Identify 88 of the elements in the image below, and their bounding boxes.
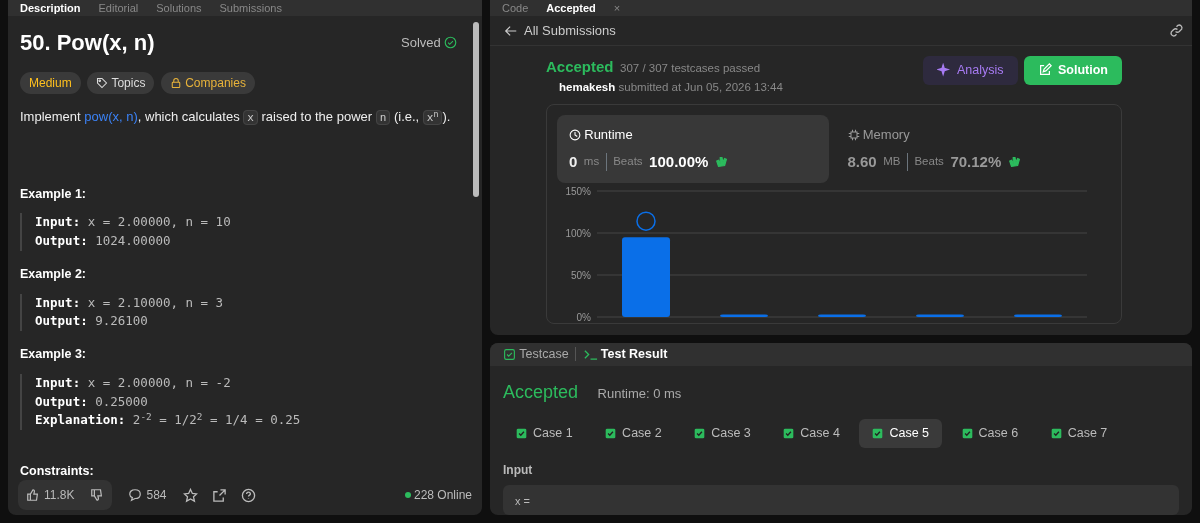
tag-chip[interactable]: Topics [87, 72, 155, 94]
tab[interactable]: Accepted [546, 0, 596, 17]
problem-statement: Implement pow(x, n), which calculates x raised to the power n (i.e., x$^{n}$ ). [20, 107, 452, 127]
runtime-text: Runtime: 0 ms [597, 384, 682, 403]
clapping-hands-icon [1007, 155, 1022, 169]
clapping-hands-icon [714, 155, 729, 169]
example-heading: Example 1: [20, 185, 87, 203]
close-icon[interactable]: × [613, 0, 621, 17]
stat-card[interactable]: Memory 8.60 MB Beats 70.12% [835, 114, 1108, 184]
tab[interactable]: Code [502, 0, 529, 17]
checkbox-icon [503, 347, 516, 361]
case-tab[interactable]: Case 7 [1037, 418, 1121, 448]
y-axis-label: 0% [576, 312, 591, 324]
chip-icon [847, 128, 860, 141]
help-icon[interactable] [240, 487, 256, 503]
case-tab[interactable]: Case 2 [592, 418, 675, 448]
example-line: Input: x = 2.00000, n = -2 [35, 373, 232, 392]
online-status-dot [404, 492, 411, 498]
stat-value: 8.60 [847, 151, 877, 172]
y-axis-label: 150% [565, 186, 591, 198]
constraints-heading: Constraints: [20, 463, 95, 475]
submission-time: submitted at Jun 05, 2026 13:44 [618, 79, 783, 95]
example-line: Output: 1024.00000 [35, 232, 172, 250]
case-tab[interactable]: Case 1 [503, 418, 586, 448]
link-icon[interactable] [1169, 23, 1184, 38]
tag-chip[interactable]: Medium [20, 72, 81, 94]
username[interactable]: hemakesh [559, 78, 616, 96]
lock-icon [169, 77, 182, 89]
result-status: Accepted [503, 380, 579, 404]
star-icon[interactable] [182, 487, 198, 503]
input-label: Input [503, 461, 534, 479]
example-line: Input: x = 2.00000, n = 10 [35, 213, 232, 232]
stat-title: Runtime [584, 125, 633, 144]
beats-label: Beats [605, 153, 643, 171]
stat-value: 0 [569, 151, 578, 172]
arrow-left-icon [504, 23, 518, 38]
bar[interactable] [1014, 314, 1062, 318]
comments-button[interactable]: 584 [126, 484, 169, 506]
sparkle-icon [936, 63, 951, 78]
bar[interactable] [720, 314, 768, 318]
example-line: Output: 0.25000 [35, 392, 149, 411]
stat-card[interactable]: Runtime 0 ms Beats 100.00% [557, 114, 829, 184]
tab[interactable]: Testcase [503, 345, 569, 364]
example-heading: Example 2: [20, 265, 87, 283]
tab[interactable]: Editorial [98, 0, 139, 17]
clock-icon [569, 128, 581, 141]
link[interactable]: pow(x, n) [84, 109, 138, 124]
edit-icon [1038, 63, 1052, 78]
case-tab[interactable]: Case 6 [948, 418, 1032, 448]
tag-icon [96, 77, 109, 89]
example-line: Explanation: 2$^{-2}$ = 1/2$^{2}$ = 1/4 = 0.25 [35, 411, 302, 430]
tab[interactable]: Submissions [219, 0, 282, 17]
tab[interactable]: Test Result [582, 345, 668, 364]
bar[interactable] [916, 314, 964, 318]
stat-title: Memory [862, 125, 910, 144]
stat-unit: MB [883, 154, 901, 170]
input-value: x = [503, 485, 1179, 515]
example-line: Output: 9.26100 [35, 312, 149, 331]
example-heading: Example 3: [20, 346, 87, 363]
problem-title: 50. Pow(x, n) [20, 29, 155, 57]
share-icon[interactable] [211, 487, 227, 503]
testcases-passed: 307 / 307 testcases passed [620, 61, 761, 76]
case-tab[interactable]: Case 5 [859, 418, 943, 448]
tag-chip[interactable]: Companies [160, 72, 255, 94]
beats-percent: 100.00% [649, 151, 709, 172]
speech-bubble-icon [128, 488, 143, 502]
example-line: Input: x = 2.10000, n = 3 [35, 293, 225, 312]
check-circle-icon [444, 36, 457, 49]
scrollbar[interactable] [473, 22, 479, 197]
back-link[interactable]: All Submissions [498, 19, 622, 42]
analysis-button[interactable]: Analysis [922, 56, 1018, 85]
tab[interactable]: Solutions [156, 0, 202, 17]
case-tab[interactable]: Case 3 [681, 418, 764, 448]
thumbs-up-icon [26, 488, 40, 502]
thumbs-down-icon [90, 488, 105, 502]
marker-icon [636, 211, 656, 232]
case-tab[interactable]: Case 4 [770, 418, 853, 448]
beats-label: Beats [906, 153, 944, 171]
bar[interactable] [818, 314, 866, 318]
stat-unit: ms [583, 154, 600, 170]
bar[interactable] [622, 237, 670, 318]
beats-percent: 70.12% [950, 151, 1002, 172]
y-axis-label: 50% [571, 270, 591, 282]
result-status: Accepted [546, 57, 614, 77]
y-axis-label: 100% [565, 228, 591, 240]
solved-label: Solved [401, 33, 441, 52]
tab[interactable]: Description [20, 0, 81, 17]
online-count: 228 Online [413, 487, 472, 504]
